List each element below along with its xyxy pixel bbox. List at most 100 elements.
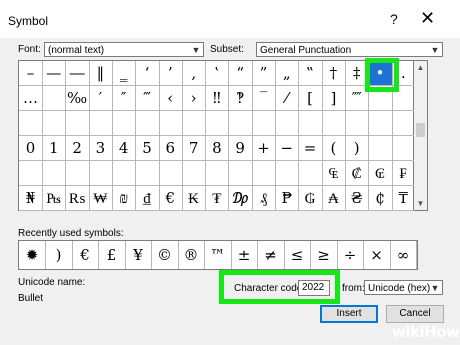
symbol-cell[interactable]: ₦ [19, 186, 43, 211]
symbol-cell[interactable] [275, 111, 300, 136]
symbol-cell[interactable]: ₯ [228, 186, 253, 211]
recent-symbol-cell[interactable]: ≤ [284, 241, 311, 269]
symbol-cell[interactable] [228, 161, 253, 186]
symbol-cell[interactable]: ′ [88, 86, 113, 111]
symbol-cell[interactable]: ₠ [321, 161, 346, 186]
symbol-cell[interactable]: ’ [158, 61, 183, 86]
symbol-cell[interactable] [112, 111, 137, 136]
symbol-cell[interactable]: ₩ [88, 186, 113, 211]
recent-symbol-cell[interactable]: ± [231, 241, 258, 269]
symbol-cell[interactable]: ₪ [112, 186, 137, 211]
symbol-cell[interactable] [345, 111, 370, 136]
symbol-cell[interactable]: ₴ [345, 186, 370, 211]
symbol-cell[interactable]: ( [321, 136, 346, 161]
symbol-cell[interactable]: 5 [135, 136, 160, 161]
symbol-cell[interactable]: ” [252, 61, 276, 86]
symbol-cell[interactable]: = [298, 136, 323, 161]
symbol-cell[interactable]: ] [321, 86, 346, 111]
symbol-cell[interactable] [391, 111, 416, 136]
character-code-input[interactable]: 2022 [298, 280, 330, 296]
cancel-button[interactable]: Cancel [386, 305, 444, 323]
symbol-cell[interactable] [42, 86, 67, 111]
symbol-cell[interactable]: – [19, 61, 43, 86]
symbol-cell[interactable] [275, 161, 300, 186]
from-dropdown[interactable]: Unicode (hex) ▼ [364, 280, 443, 295]
symbol-cell[interactable]: ‛ [205, 61, 230, 86]
symbol-cell[interactable]: [ [298, 86, 323, 111]
symbol-cell[interactable]: ₧ [42, 186, 67, 211]
symbol-cell[interactable] [321, 111, 346, 136]
symbol-cell[interactable] [228, 111, 253, 136]
symbol-cell[interactable]: 7 [182, 136, 207, 161]
symbol-grid-scrollbar[interactable]: ▲ ▼ [414, 60, 428, 211]
symbol-cell[interactable]: “ [228, 61, 253, 86]
symbol-cell[interactable]: ‟ [298, 61, 323, 86]
symbol-cell[interactable] [158, 111, 183, 136]
symbol-cell[interactable] [88, 111, 113, 136]
symbol-cell[interactable]: 8 [205, 136, 230, 161]
symbol-cell[interactable]: ‴ [135, 86, 160, 111]
symbol-cell[interactable]: ‽ [228, 86, 253, 111]
symbol-cell[interactable]: ‖ [88, 61, 113, 86]
recent-symbol-cell[interactable]: ≥ [311, 241, 338, 269]
symbol-cell[interactable]: ₲ [298, 186, 323, 211]
symbol-cell[interactable]: € [158, 186, 183, 211]
symbol-cell[interactable] [112, 161, 137, 186]
symbol-cell[interactable]: ₰ [252, 186, 276, 211]
scroll-up-icon[interactable]: ▲ [414, 63, 427, 72]
symbol-cell[interactable]: ₭ [182, 186, 207, 211]
recent-symbol-cell[interactable]: ¥ [125, 241, 152, 269]
symbol-cell[interactable] [298, 161, 323, 186]
symbol-cell[interactable] [158, 161, 183, 186]
symbol-cell[interactable]: ₵ [368, 186, 393, 211]
recent-symbol-cell[interactable]: £ [99, 241, 126, 269]
symbol-cell[interactable]: ₱ [275, 186, 300, 211]
symbol-cell[interactable]: + [252, 136, 276, 161]
close-button[interactable]: ✕ [420, 8, 435, 29]
symbol-cell[interactable]: … [19, 86, 43, 111]
symbol-cell[interactable]: † [321, 61, 346, 86]
symbol-cell[interactable]: ‾ [252, 86, 276, 111]
symbol-cell[interactable]: ‗ [112, 61, 137, 86]
symbol-grid[interactable]: – — ― ‖ ‗ ‘’ ‚ ‛ “” „ ‟ † ‡ •.… ‰ ′ ″ ‴ ‹ › ‼ ‽ ‾ ⁄[] ⁗ 0 1 2 3 4 5 6 7 8… [18, 60, 416, 211]
symbol-cell[interactable]: ₣ [391, 161, 416, 186]
symbol-cell[interactable]: ₮ [205, 186, 230, 211]
symbol-cell[interactable]: — [42, 61, 67, 86]
symbol-cell[interactable]: › [182, 86, 207, 111]
recent-symbol-cell[interactable]: ÷ [337, 241, 364, 269]
symbol-cell[interactable] [368, 111, 393, 136]
symbol-cell[interactable]: ) [345, 136, 370, 161]
symbol-cell[interactable] [391, 136, 416, 161]
symbol-cell[interactable]: ₳ [321, 186, 346, 211]
recent-symbol-cell[interactable]: © [152, 241, 179, 269]
recent-symbol-cell[interactable]: ® [178, 241, 205, 269]
symbol-cell[interactable]: 0 [19, 136, 43, 161]
symbol-cell[interactable]: 1 [42, 136, 67, 161]
symbol-cell[interactable] [135, 111, 160, 136]
symbol-cell[interactable]: ‚ [182, 61, 207, 86]
recent-symbols-row[interactable]: ✹) € £ ¥ © ® ™ ± ≠ ≤ ≥ ÷ × ∞ [18, 240, 418, 270]
symbol-cell[interactable]: ‘ [135, 61, 160, 86]
symbol-cell[interactable] [88, 161, 113, 186]
symbol-cell[interactable]: „ [275, 61, 300, 86]
font-dropdown[interactable]: (normal text) ▼ [44, 42, 204, 57]
symbol-cell[interactable]: ― [65, 61, 90, 86]
symbol-cell[interactable]: ‼ [205, 86, 230, 111]
symbol-cell[interactable] [42, 111, 67, 136]
recent-symbol-cell[interactable]: € [72, 241, 99, 269]
symbol-cell[interactable] [298, 111, 323, 136]
symbol-cell[interactable] [65, 161, 90, 186]
symbol-cell[interactable]: 3 [88, 136, 113, 161]
symbol-cell[interactable]: ₢ [368, 161, 393, 186]
scrollbar-thumb[interactable] [416, 123, 425, 137]
symbol-cell[interactable] [368, 136, 393, 161]
symbol-cell[interactable]: ₨ [65, 186, 90, 211]
symbol-cell[interactable]: 6 [158, 136, 183, 161]
symbol-cell[interactable] [65, 111, 90, 136]
symbol-cell[interactable] [252, 161, 276, 186]
recent-symbol-cell[interactable]: ) [46, 241, 73, 269]
symbol-cell[interactable] [19, 161, 43, 186]
symbol-cell[interactable] [182, 161, 207, 186]
symbol-cell[interactable] [182, 111, 207, 136]
symbol-cell[interactable] [42, 161, 67, 186]
